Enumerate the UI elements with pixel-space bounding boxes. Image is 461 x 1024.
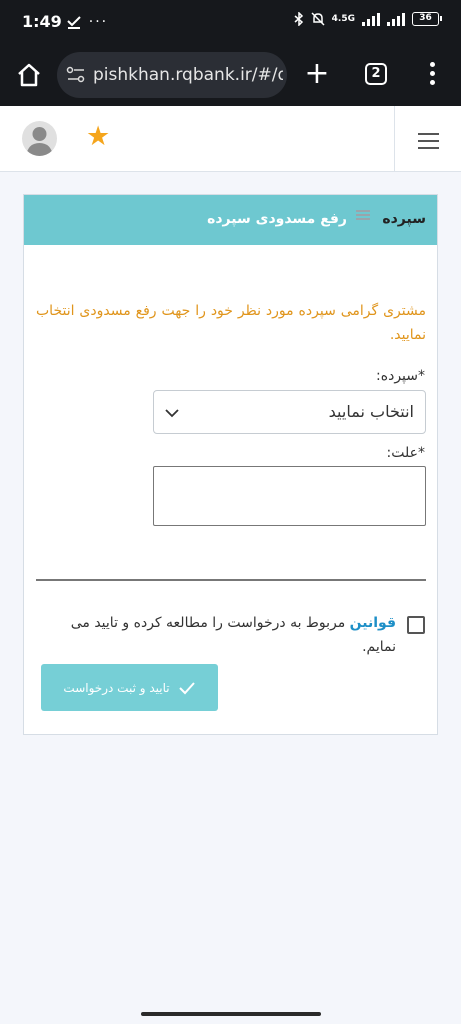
avatar[interactable] [22, 121, 57, 156]
signal-2-icon [387, 12, 405, 26]
home-icon [18, 63, 40, 87]
terms-text: قوانین مربوط به درخواست را مطالعه کرده و… [36, 611, 396, 659]
status-right-icons: 4.5G 36 [294, 12, 442, 26]
unblock-deposit-card: سپرده رفع مسدودی سپرده مشتری گرامی سپرده… [23, 194, 438, 735]
more-notifications-icon: ··· [88, 14, 109, 30]
site-settings-icon [66, 66, 85, 83]
status-time: 1:49 [22, 12, 62, 31]
mute-icon [311, 12, 325, 26]
home-button[interactable] [14, 60, 44, 90]
new-tab-button[interactable]: + [302, 59, 332, 90]
reason-textarea[interactable] [153, 466, 426, 526]
favorite-star-icon[interactable]: ★ [86, 122, 110, 152]
breadcrumb: سپرده رفع مسدودی سپرده [24, 195, 437, 245]
gesture-bar [141, 1012, 321, 1016]
network-type: 4.5G [331, 13, 355, 24]
divider [36, 579, 426, 581]
notification-icons: ··· [66, 12, 108, 30]
list-icon [356, 210, 370, 224]
status-bar: 1:49 ··· 4.5G 36 [0, 0, 461, 44]
deposit-label: *سپرده: [376, 368, 425, 384]
notice-text: مشتری گرامی سپرده مورد نظر خود را جهت رف… [36, 303, 426, 343]
deposit-select-value: انتخاب نمایید [328, 402, 414, 421]
tab-switcher-button[interactable]: 2 [365, 63, 387, 85]
bluetooth-icon [294, 12, 303, 26]
url-text[interactable]: pishkhan.rqbank.ir/#/de [93, 65, 283, 85]
submit-label: تایید و ثبت درخواست [63, 680, 170, 695]
terms-checkbox[interactable] [407, 616, 425, 634]
breadcrumb-unblock-deposit: رفع مسدودی سپرده [207, 211, 347, 227]
battery-icon: 36 [412, 12, 442, 26]
chevron-down-icon [165, 409, 179, 418]
download-done-icon [67, 15, 81, 29]
site-header: ★ [0, 106, 461, 172]
terms-description: مربوط به درخواست را مطالعه کرده و تایید … [70, 615, 396, 655]
browser-menu-button[interactable] [422, 58, 442, 92]
hamburger-menu-button[interactable] [394, 106, 461, 172]
browser-toolbar: pishkhan.rqbank.ir/#/de + 2 [0, 44, 461, 106]
check-icon [178, 681, 195, 694]
reason-label: *علت: [386, 445, 425, 461]
deposit-select[interactable]: انتخاب نمایید [153, 390, 426, 434]
terms-link[interactable]: قوانین [350, 615, 396, 631]
submit-request-button[interactable]: تایید و ثبت درخواست [41, 664, 218, 711]
signal-icon [362, 12, 380, 26]
breadcrumb-deposit[interactable]: سپرده [382, 211, 426, 227]
user-icon [26, 127, 53, 156]
url-bar[interactable]: pishkhan.rqbank.ir/#/de [57, 52, 287, 98]
hamburger-icon [418, 133, 439, 154]
